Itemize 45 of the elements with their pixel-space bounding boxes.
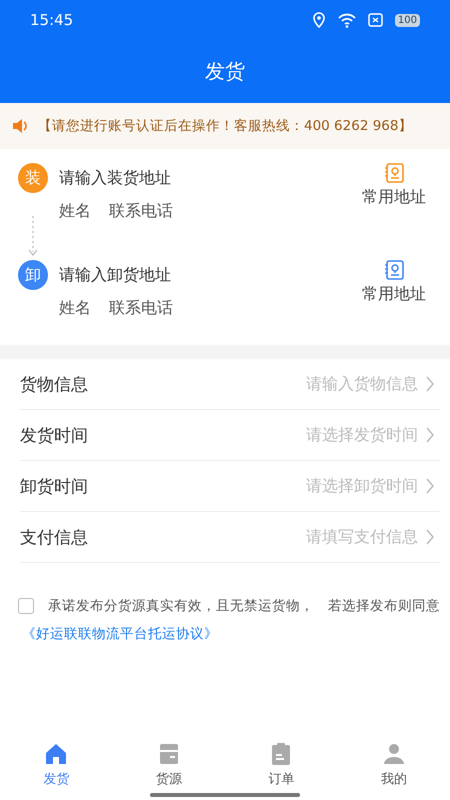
contact-phone[interactable]: 联系电话 (109, 201, 173, 222)
address-input[interactable]: 请输入装货地址 (59, 168, 171, 189)
chevron-right-icon (426, 427, 434, 443)
address-badge: 装 (18, 163, 48, 193)
nav-tab[interactable]: 货源 (146, 742, 192, 796)
field-placeholder: 请输入货物信息 (306, 374, 418, 394)
home-icon[interactable] (44, 742, 68, 766)
field-label: 发货时间 (20, 424, 88, 446)
address-badge: 卸 (18, 260, 48, 290)
field-placeholder: 请填写支付信息 (306, 526, 418, 548)
form-row[interactable]: 支付信息 请填写支付信息 (20, 512, 440, 563)
no-sim-icon (368, 13, 383, 27)
agreement-link[interactable]: 《好运联联物流平台托运协议》 (0, 615, 218, 643)
page-title: 发货 (205, 58, 245, 85)
dotted-arrow (28, 216, 38, 256)
field-label: 支付信息 (20, 526, 88, 548)
form-row[interactable]: 货物信息 请输入货物信息 (20, 359, 440, 410)
notice-text: 【请您进行账号认证后在操作！客服热线：400 6262 968】 (38, 117, 412, 135)
agreement-text: 承诺发布分货源真实有效，且无禁运货物， 若选择发布则同意 (48, 597, 440, 615)
address-input[interactable]: 请输入卸货地址 (59, 265, 171, 286)
nav-tab[interactable]: 发货 (33, 742, 80, 796)
person-icon[interactable] (382, 742, 406, 766)
battery-level: 100 (394, 14, 420, 26)
form-row[interactable]: 发货时间 请选择发货时间 (20, 410, 440, 461)
speaker-icon (12, 117, 28, 135)
field-label: 卸货时间 (20, 476, 88, 498)
chevron-right-icon (426, 529, 434, 545)
agreement-checkbox[interactable] (18, 598, 34, 614)
common-address-button[interactable]: 常用地址 (358, 260, 430, 305)
field-placeholder: 请选择发货时间 (306, 424, 418, 446)
contact-phone[interactable]: 联系电话 (109, 298, 173, 319)
chevron-right-icon (426, 376, 434, 392)
location-icon (312, 12, 326, 28)
nav-tab[interactable]: 我的 (370, 742, 417, 796)
status-time: 15:45 (30, 11, 74, 29)
contact-name[interactable]: 姓名 (59, 201, 91, 222)
wifi-icon (338, 12, 356, 28)
field-label: 货物信息 (20, 374, 88, 396)
contact-name[interactable]: 姓名 (59, 298, 91, 319)
common-address-button[interactable]: 常用地址 (358, 163, 430, 208)
chevron-right-icon (426, 478, 434, 494)
address-book-icon (384, 163, 404, 183)
field-placeholder: 请选择卸货时间 (306, 476, 418, 496)
form-row[interactable]: 卸货时间 请选择卸货时间 (20, 461, 440, 512)
address-book-icon (384, 260, 404, 280)
